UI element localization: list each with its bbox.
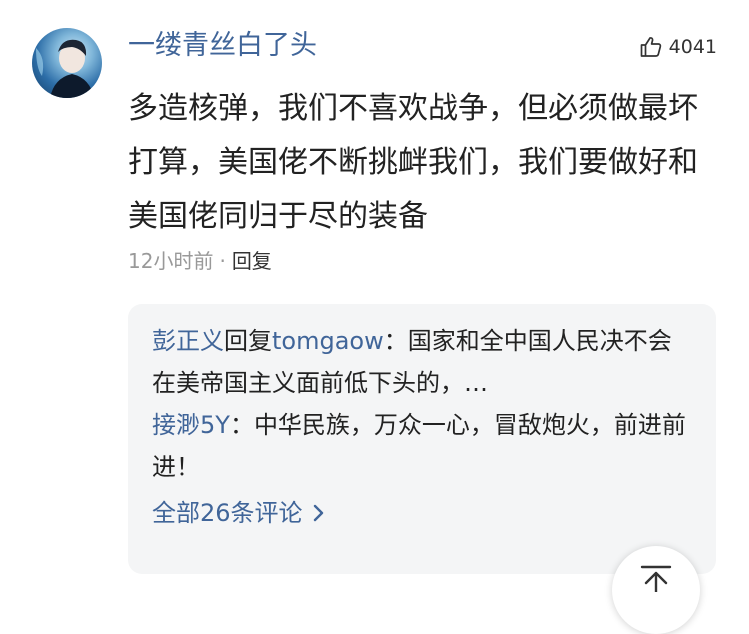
reply-author[interactable]: 彭正义	[152, 327, 224, 355]
reply-item[interactable]: 彭正义回复tomgaow：国家和全中国人民决不会在美帝国主义面前低下头的，…	[152, 320, 692, 404]
reply-button[interactable]: 回复	[232, 249, 272, 273]
meta-separator: ·	[219, 249, 226, 273]
all-comments-link[interactable]: 全部26条评论	[152, 492, 692, 534]
back-to-top-button[interactable]	[612, 546, 700, 634]
like-button[interactable]: 4041	[639, 34, 717, 60]
comment-text: 多造核弹，我们不喜欢战争，但必须做最坏打算，美国佬不断挑衅我们，我们要做好和美国…	[128, 91, 698, 234]
reply-word: 回复	[224, 327, 272, 355]
reply-preview-box: 彭正义回复tomgaow：国家和全中国人民决不会在美帝国主义面前低下头的，… 接…	[128, 304, 716, 574]
reply-item[interactable]: 接渺5Y：中华民族，万众一心，冒敌炮火，前进前进！	[152, 404, 692, 488]
reply-target[interactable]: tomgaow	[272, 327, 384, 355]
comment-time: 12小时前	[128, 249, 214, 273]
chevron-right-icon	[313, 504, 323, 522]
thumbs-up-icon	[640, 37, 661, 57]
all-comments-label: 全部26条评论	[152, 499, 303, 527]
comment-username[interactable]: 一缕青丝白了头	[128, 28, 317, 64]
comment-meta: 12小时前 · 回复	[128, 246, 272, 276]
reply-author[interactable]: 接渺5Y	[152, 411, 230, 439]
like-count: 4041	[668, 36, 717, 58]
avatar[interactable]	[32, 28, 102, 98]
reply-separator: ：	[229, 411, 254, 439]
reply-separator: ：	[383, 327, 408, 355]
back-to-top-icon	[640, 565, 672, 592]
